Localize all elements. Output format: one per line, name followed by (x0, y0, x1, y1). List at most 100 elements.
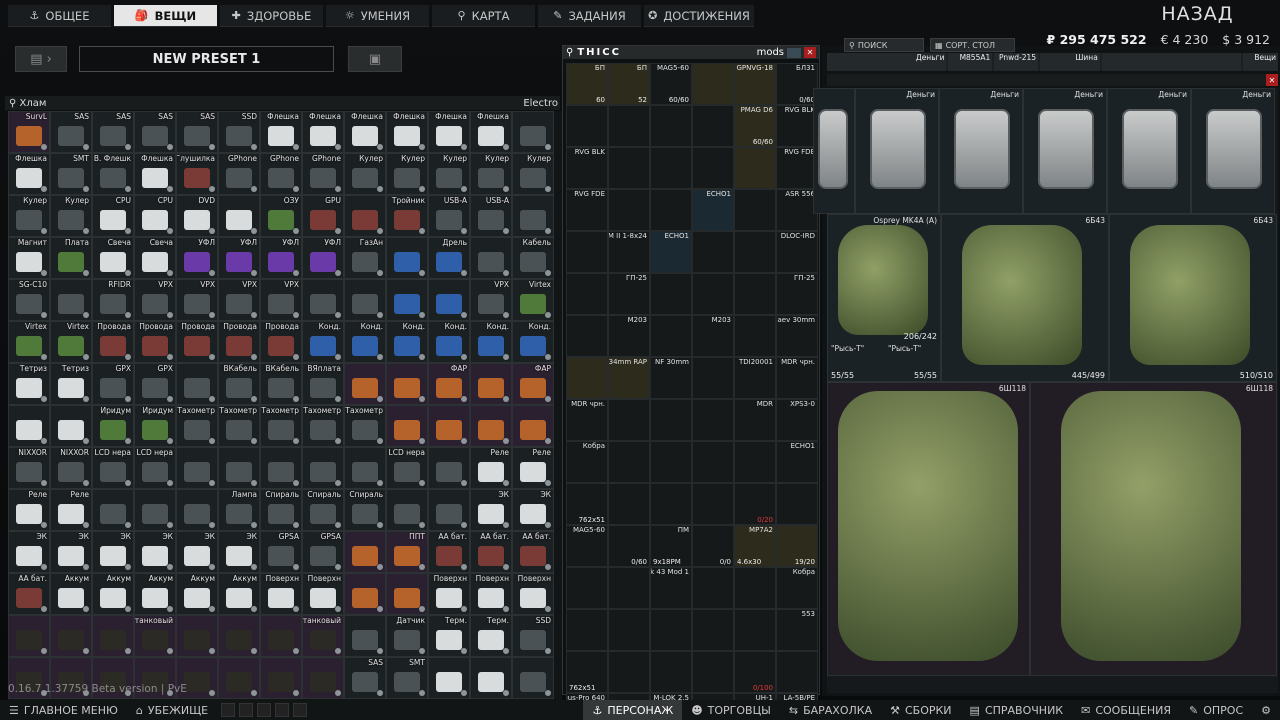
stash-item-cell[interactable]: Тахометр (302, 405, 344, 447)
stash-item-cell[interactable]: Тахометр (176, 405, 218, 447)
stash-item-cell[interactable]: Реле (50, 489, 92, 531)
money-case[interactable]: Деньги (1023, 88, 1107, 214)
stash-item-cell[interactable]: ЭК (176, 531, 218, 573)
stash-item-cell[interactable]: SAS (92, 111, 134, 153)
stash-item-cell[interactable]: АА бат. (8, 573, 50, 615)
preset-save-button[interactable]: ▣ (348, 46, 402, 72)
stash-item-cell[interactable]: Кулер (386, 153, 428, 195)
rotate-button[interactable] (787, 47, 801, 58)
mod-slot[interactable] (566, 315, 608, 357)
stash-item-cell[interactable]: Тетриз (50, 363, 92, 405)
stash-item-cell[interactable]: Спираль (302, 489, 344, 531)
stash-item-cell[interactable]: Терм. (470, 615, 512, 657)
stash-item-cell[interactable] (50, 405, 92, 447)
stash-item-cell[interactable] (344, 615, 386, 657)
stash-item-cell[interactable]: Флешка (428, 111, 470, 153)
mod-slot[interactable] (650, 105, 692, 147)
backpack-6sh118[interactable]: 6Ш118 (1030, 382, 1277, 676)
money-case[interactable]: Деньги (855, 88, 939, 214)
container-grid[interactable]: Деньги Деньги Деньги Деньги Деньги Ospre… (813, 88, 1278, 693)
stash-item-cell[interactable]: В. Флешк (92, 153, 134, 195)
mod-slot[interactable] (734, 315, 776, 357)
stash-item-cell[interactable]: Кулер (344, 153, 386, 195)
stash-item-cell[interactable]: Тахометр (344, 405, 386, 447)
stash-item-cell[interactable]: Аккум (92, 573, 134, 615)
mod-slot[interactable] (566, 609, 608, 651)
mod-slot[interactable] (608, 147, 650, 189)
mod-slot[interactable]: M203 (692, 315, 734, 357)
mod-slot[interactable]: PMAG D6 60/60 (734, 105, 776, 147)
stash-item-cell[interactable]: GPhone (260, 153, 302, 195)
mod-slot[interactable] (734, 567, 776, 609)
stash-item-cell[interactable]: Иридум (134, 405, 176, 447)
tab-gear[interactable]: 🎒 ВЕЩИ (114, 5, 217, 27)
stash-item-cell[interactable]: VPX (176, 279, 218, 321)
stash-item-cell[interactable] (344, 363, 386, 405)
mod-slot[interactable] (650, 315, 692, 357)
stash-item-cell[interactable]: Кулер (512, 153, 554, 195)
stash-item-cell[interactable]: АА бат. (470, 531, 512, 573)
stash-item-cell[interactable]: Аккум (50, 573, 92, 615)
stash-item-cell[interactable]: Аккум (218, 573, 260, 615)
stash-item-cell[interactable]: Virtex (512, 279, 554, 321)
stash-item-cell[interactable]: ЭК (134, 531, 176, 573)
tab-health[interactable]: ✚ ЗДОРОВЬЕ (220, 5, 323, 27)
stash-item-cell[interactable]: SMT (50, 153, 92, 195)
stash-item-cell[interactable]: Провода (92, 321, 134, 363)
quick-slot[interactable] (293, 703, 308, 717)
mod-slot[interactable] (692, 441, 734, 483)
stash-item-cell[interactable]: Virtex (8, 321, 50, 363)
stash-item-cell[interactable]: VPX (260, 279, 302, 321)
back-button[interactable]: НАЗАД (1150, 3, 1245, 25)
stash-item-cell[interactable]: Дрель (428, 237, 470, 279)
stash-item-cell[interactable] (386, 573, 428, 615)
stash-item-cell[interactable]: GPSA (260, 531, 302, 573)
main-menu-button[interactable]: ☰ ГЛАВНОЕ МЕНЮ (0, 700, 127, 720)
stash-item-cell[interactable] (260, 447, 302, 489)
stash-item-cell[interactable] (470, 363, 512, 405)
stash-item-cell[interactable]: Провода (218, 321, 260, 363)
stash-item-cell[interactable]: ЭК (92, 531, 134, 573)
stash-item-cell[interactable]: USB-A (428, 195, 470, 237)
stash-item-cell[interactable]: Глушилка (176, 153, 218, 195)
traders-button[interactable]: ☻ ТОРГОВЦЫ (682, 700, 780, 720)
mod-slot[interactable] (692, 399, 734, 441)
stash-item-cell[interactable] (134, 489, 176, 531)
stash-item-cell[interactable] (260, 657, 302, 699)
stash-item-cell[interactable]: Поверхн (512, 573, 554, 615)
stash-item-cell[interactable]: Спираль (260, 489, 302, 531)
mod-slot[interactable]: RVG BLK (776, 105, 818, 147)
stash-item-cell[interactable]: Кулер (470, 153, 512, 195)
money-case[interactable]: Деньги (939, 88, 1023, 214)
stash-item-cell[interactable]: LCD нера (92, 447, 134, 489)
mod-slot[interactable] (608, 189, 650, 231)
stash-item-cell[interactable]: ЭК (8, 531, 50, 573)
mod-slot[interactable]: DLOC-IRD (776, 231, 818, 273)
stash-item-cell[interactable]: Конд. (428, 321, 470, 363)
stash-item-cell[interactable]: Флешка (386, 111, 428, 153)
mod-slot[interactable] (692, 357, 734, 399)
stash-item-cell[interactable]: Поверхн (428, 573, 470, 615)
stash-item-cell[interactable]: Свеча (92, 237, 134, 279)
stash-item-cell[interactable]: SG-C10 (8, 279, 50, 321)
stash-item-cell[interactable]: GPX (92, 363, 134, 405)
mod-slot[interactable]: 0/20 (734, 483, 776, 525)
mod-slot[interactable] (566, 273, 608, 315)
mod-slot[interactable] (650, 147, 692, 189)
stash-item-cell[interactable]: GPSA (302, 531, 344, 573)
handbook-button[interactable]: ▤ СПРАВОЧНИК (961, 700, 1073, 720)
sort-table-button[interactable]: ▦ СОРТ. СТОЛ (930, 38, 1015, 52)
stash-item-cell[interactable]: DVD (176, 195, 218, 237)
stash-item-cell[interactable] (218, 657, 260, 699)
mod-slot[interactable]: ECHO1 (776, 441, 818, 483)
stash-item-cell[interactable] (512, 111, 554, 153)
mods-window-header[interactable]: ⚲ THICC mods ✕ (563, 46, 819, 59)
stash-item-cell[interactable]: SAS (134, 111, 176, 153)
stash-item-cell[interactable]: GPhone (218, 153, 260, 195)
stash-item-cell[interactable]: Поверхн (470, 573, 512, 615)
stash-item-cell[interactable]: NIXXOR (50, 447, 92, 489)
tab-achievements[interactable]: ✪ ДОСТИЖЕНИЯ (644, 5, 754, 27)
stash-item-cell[interactable]: Иридум (92, 405, 134, 447)
mod-slot[interactable]: 553 (776, 609, 818, 651)
stash-item-cell[interactable] (176, 615, 218, 657)
